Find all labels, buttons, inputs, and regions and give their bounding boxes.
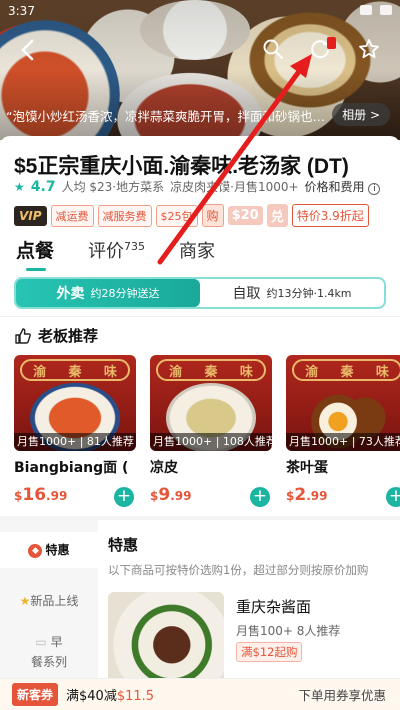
delivery-option[interactable]: 外卖 约28分钟送达 [16,279,200,307]
coupon-hint: 下单用券享优惠 [298,688,386,703]
search-icon [263,39,283,59]
dish-sales: 月售100+ 8人推荐 [236,624,341,638]
tab-merchant[interactable]: 商家 [179,237,215,263]
coupon-offer: 满$40减$11.5 [66,689,155,704]
star-icon: ★ [19,594,31,608]
store-tabs: 点餐 评价735 商家 [16,236,215,271]
tab-reviews[interactable]: 评价735 [88,237,145,263]
dish-name: Biangbiang面 ( [14,460,129,476]
favorite-button[interactable] [356,36,382,62]
chevron-left-icon [21,39,34,61]
min-order-tag: 满$12起购 [236,642,303,662]
review-caption[interactable]: “泡馍小炒红汤香浓，凉拌蒜菜爽脆开胃，拌面和砂锅也… [6,106,334,125]
sidebar-item-breakfast[interactable]: ▭ 早餐系列 [0,632,98,672]
battery-icon [380,5,392,15]
promo-tag: 减服务费 [97,204,152,227]
tab-order[interactable]: 点餐 [16,236,54,271]
add-to-cart-button[interactable]: + [386,487,400,507]
coupon-bar[interactable]: 新客券 满$40减$11.5 下单用券享优惠 [0,678,400,710]
info-icon: i [368,183,381,195]
recommend-card[interactable]: 渝秦味 月售1000+ | 81人推荐 Biangbiang面 ( $16.99… [14,355,136,507]
brand-banner: 渝秦味 [156,359,266,381]
delivery-mode-switch: 外卖 约28分钟送达 自取 约13分钟·1.4km [14,277,386,309]
special-price-tag: 特价3.9折起 [291,204,369,227]
dish-name: 凉皮 [150,460,178,476]
dish-image: 渝秦味 月售1000+ | 81人推荐 [14,355,136,451]
store-rating[interactable]: 4.7 [31,179,56,195]
review-count: 735 [124,240,146,253]
dish-image: 渝秦味 月售1000+ | 108人推荐 [150,355,272,451]
new-customer-badge: 新客券 [12,683,59,706]
star-icon: ★ [14,179,25,194]
red-flag-icon [327,37,336,49]
dish-name: 茶叶蛋 [286,460,328,476]
add-to-cart-button[interactable]: + [250,487,270,507]
sales-stat: 月售1000+ | 81人推荐 [14,433,136,451]
status-icons [360,5,392,15]
section-title: 老板推荐 [14,325,98,346]
boss-recommend-section: 老板推荐 渝秦味 月售1000+ | 81人推荐 Biangbiang面 ( $… [0,316,400,516]
dish-image: 渝秦味 月售1000+ | 73人推荐 [286,355,400,451]
discount-icon: ◆ [28,543,43,558]
recommend-card[interactable]: 渝秦味 月售1000+ | 108人推荐 凉皮 $9.99 + [150,355,272,507]
store-name: $5正宗重庆小面.渝秦味.老汤家 (DT) [14,155,349,178]
breakfast-icon: ▭ [35,635,47,649]
header-photo[interactable]: 3:37 “泡馍小炒红汤香浓，凉拌蒜菜爽脆开胃，拌面和砂锅也… 相册 > [0,0,400,140]
header-actions [260,36,382,62]
star-icon [359,39,379,59]
menu-section-title: 特惠 [108,536,139,554]
back-button[interactable] [18,38,46,66]
sidebar-item-new[interactable]: ★新品上线 [0,586,98,616]
pickup-option[interactable]: 自取 约13分钟·1.4km [200,279,384,307]
sidebar-item-special[interactable]: ◆ 特惠 [0,532,98,568]
menu-section-description: 以下商品可按特价选购1份，超过部分则按原价加购 [108,563,369,577]
sales-stat: 月售1000+ | 108人推荐 [150,433,272,451]
search-button[interactable] [260,36,286,62]
vip-badge: VIP [14,205,47,226]
status-time: 3:37 [8,4,35,18]
promo-tag: $25包 [155,204,198,227]
brand-banner: 渝秦味 [20,359,130,381]
add-to-cart-button[interactable]: + [114,487,134,507]
album-button[interactable]: 相册 > [332,103,390,126]
category-sidebar: ◆ 特惠 ★新品上线 ▭ 早餐系列 [0,520,98,680]
redeem-amount: $20 [227,206,263,225]
brand-banner: 渝秦味 [292,359,400,381]
sales-stat: 月售1000+ | 73人推荐 [286,433,400,451]
redeem-label: 兑 [266,204,288,227]
per-person-price: 人均 $23·地方菜系 [61,180,165,194]
store-meta: ★ 4.7 人均 $23·地方菜系 凉皮肉夹馍·月售1000+ 价格和费用 i [14,178,400,195]
dish-image[interactable] [108,592,224,688]
dish-price: $2.99 [286,485,328,505]
wifi-icon [360,5,372,15]
recommend-card[interactable]: 渝秦味 月售1000+ | 73人推荐 茶叶蛋 $2.99 + [286,355,400,507]
recommend-cards: 渝秦味 月售1000+ | 81人推荐 Biangbiang面 ( $16.99… [14,355,400,507]
promo-tags[interactable]: VIP 减运费 减服务费 $25包 购 $20 兑 特价3.9折起 [14,204,369,227]
dish-name[interactable]: 重庆杂酱面 [236,596,311,617]
fee-info-link[interactable]: 价格和费用 i [305,178,381,195]
menu-section: ◆ 特惠 ★新品上线 ▭ 早餐系列 特惠 以下商品可按特价选购1份，超过部分则按原… [0,520,400,688]
thumbs-up-icon [15,327,31,344]
category-sales: 凉皮肉夹馍·月售1000+ [170,180,299,194]
buy-tag: 购 [201,204,224,227]
promo-tag: 减运费 [50,204,94,227]
